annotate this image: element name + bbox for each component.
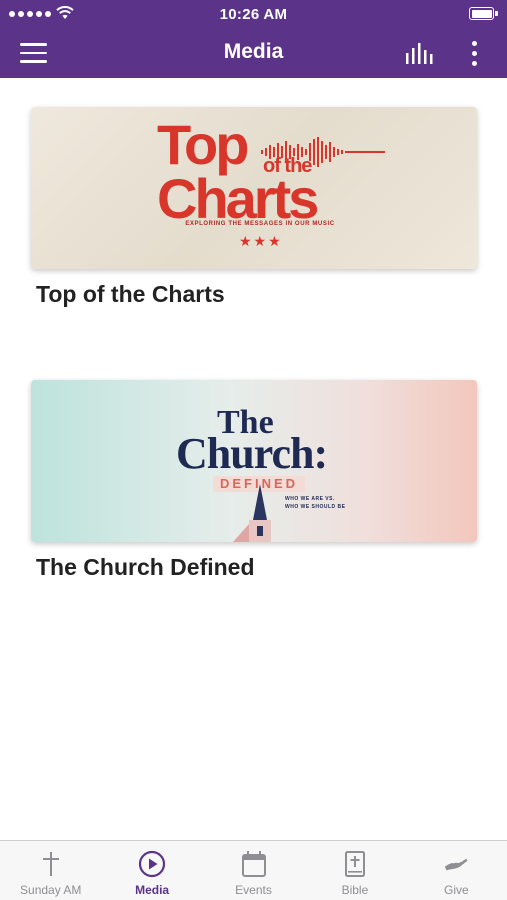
series-artwork-the-church-defined[interactable]: The Church: DEFINED WHO WE ARE VS. WHO W… — [31, 380, 477, 542]
tab-label: Events — [235, 883, 272, 897]
tab-sunday-am[interactable]: Sunday AM — [0, 841, 101, 900]
artwork-text: Top — [157, 113, 249, 176]
calendar-icon — [240, 850, 268, 878]
bible-icon — [341, 850, 369, 878]
app-header: 10:26 AM Media — [0, 0, 507, 78]
give-hand-icon — [442, 850, 470, 878]
tab-label: Sunday AM — [20, 883, 82, 897]
tab-bible[interactable]: Bible — [304, 841, 405, 900]
series-artwork-top-of-the-charts[interactable]: Top of the Charts EXPLORING THE MESSAGES… — [31, 107, 477, 269]
play-circle-icon — [138, 850, 166, 878]
more-options-icon[interactable] — [467, 38, 481, 68]
status-time: 10:26 AM — [219, 6, 288, 23]
cross-icon — [37, 850, 65, 878]
artwork-tagline: EXPLORING THE MESSAGES IN OUR MUSIC — [185, 221, 335, 227]
battery-icon — [469, 7, 498, 20]
tab-bar: Sunday AM Media Events Bible Give — [0, 840, 507, 900]
status-bar: 10:26 AM — [0, 0, 507, 28]
nav-bar: Media — [0, 28, 507, 78]
artwork-text: Charts — [157, 167, 319, 230]
media-card-top-of-the-charts[interactable]: Top of the Charts EXPLORING THE MESSAGES… — [31, 107, 477, 309]
media-title: Top of the Charts — [36, 281, 225, 307]
hamburger-menu-icon[interactable] — [20, 34, 58, 72]
artwork-text: Church: — [176, 429, 328, 478]
media-card-the-church-defined[interactable]: The Church: DEFINED WHO WE ARE VS. WHO W… — [31, 380, 477, 582]
tab-label: Media — [135, 883, 170, 897]
audio-equalizer-icon[interactable] — [403, 40, 435, 68]
tab-label: Bible — [341, 883, 369, 897]
tab-media[interactable]: Media — [101, 841, 202, 900]
stars-graphic: ★★★ — [239, 233, 283, 249]
tab-events[interactable]: Events — [203, 841, 304, 900]
media-list: Top of the Charts EXPLORING THE MESSAGES… — [0, 78, 507, 840]
media-title: The Church Defined — [36, 554, 255, 580]
artwork-subtext: WHO WE ARE VS. WHO WE SHOULD BE — [285, 496, 346, 510]
church-steeple-graphic — [233, 484, 271, 542]
tab-label: Give — [443, 883, 469, 897]
tab-give[interactable]: Give — [406, 841, 507, 900]
